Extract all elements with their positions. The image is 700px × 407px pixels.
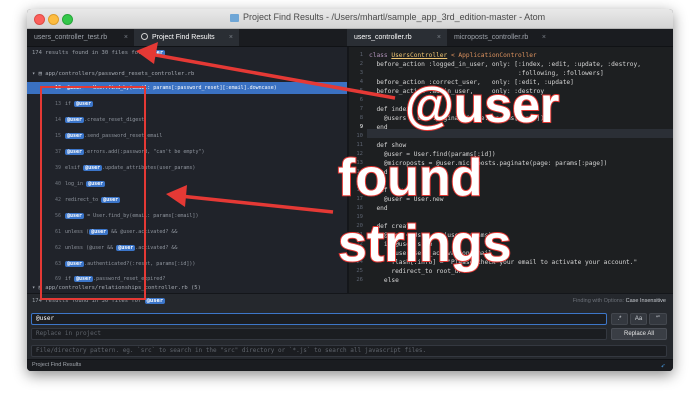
gutter-line-number: 11 [356, 142, 363, 148]
search-icon [141, 33, 148, 40]
replace-all-button[interactable]: Replace All [611, 328, 667, 340]
minimize-window-button[interactable] [48, 14, 59, 25]
bird-icon[interactable]: ➶ [661, 362, 665, 370]
keyword-token: class [369, 52, 392, 59]
status-bar: Project Find Results ➶ [27, 359, 673, 371]
chevron-down-icon: ▾ [32, 71, 36, 77]
tab-label: microposts_controller.rb [454, 34, 529, 41]
code-line: def index [369, 106, 410, 113]
tab-microposts-controller[interactable]: microposts_controller.rb × [447, 29, 552, 46]
code-line: :following, :followers] [369, 70, 604, 77]
tab-label: Project Find Results [152, 34, 215, 41]
find-input[interactable]: @user [31, 313, 607, 325]
regex-toggle-button[interactable]: .* [611, 313, 628, 325]
class-name-token: UsersController [391, 52, 448, 59]
zoom-window-button[interactable] [62, 14, 73, 25]
code-line: def show [369, 142, 407, 149]
file-path: app/controllers/password_resets_controll… [45, 71, 195, 77]
status-bar-label: Project Find Results [32, 362, 82, 368]
finding-options: Finding with Options: Case Insensitive [573, 298, 666, 304]
code-line: else [369, 277, 399, 284]
right-tab-bar: users_controller.rb × microposts_control… [334, 29, 673, 47]
superclass-token: < ApplicationController [447, 52, 537, 59]
find-status-tag: @user [144, 298, 166, 304]
finding-options-label: Finding with Options: [572, 298, 625, 304]
case-toggle-button[interactable]: Aa [630, 313, 647, 325]
tab-label: users_controller_test.rb [34, 34, 108, 41]
code-line: class UsersController < ApplicationContr… [369, 52, 537, 59]
gutter-line-number: 26 [356, 277, 363, 283]
annotation-callout: strings [337, 215, 512, 273]
gutter-line-number: 1 [359, 52, 363, 58]
tab-users-controller[interactable]: users_controller.rb × [347, 29, 447, 46]
results-summary-text: 174 results found in 30 files for [32, 50, 142, 56]
annotation-callout: found [337, 149, 483, 207]
gutter-line-number: 7 [359, 106, 363, 112]
tab-label: users_controller.rb [354, 34, 412, 41]
gutter-line-number: 5 [359, 88, 363, 94]
tab-users-controller-test[interactable]: users_controller_test.rb × [27, 29, 134, 46]
results-summary: 174 results found in 30 files for @user [32, 50, 166, 56]
close-tab-icon[interactable]: × [124, 29, 128, 46]
folder-icon [230, 14, 239, 22]
code-line: before_action :logged_in_user, only: [:i… [369, 61, 641, 68]
gutter-line-number: 2 [359, 61, 363, 67]
gutter-line-number: 4 [359, 79, 363, 85]
finding-options-value: Case Insensitive [625, 298, 666, 304]
whole-word-toggle-button[interactable]: “” [649, 313, 667, 325]
annotation-callout: @user [404, 77, 560, 133]
gutter-line-number: 10 [356, 133, 363, 139]
replace-input[interactable]: Replace in project [31, 328, 607, 340]
gutter-line-number: 9 [359, 124, 363, 130]
gutter-line-number: 8 [359, 115, 363, 121]
close-tab-icon[interactable]: × [229, 29, 233, 46]
title-bar: Project Find Results - /Users/mhartl/sam… [27, 9, 673, 29]
query-tag: @user [144, 50, 166, 56]
left-tab-bar: users_controller_test.rb × Project Find … [27, 29, 334, 47]
code-line: end [369, 124, 388, 131]
tab-project-find-results[interactable]: Project Find Results × [134, 29, 239, 46]
window-title: Project Find Results - /Users/mhartl/sam… [243, 12, 546, 22]
chevron-down-icon: ▾ [32, 285, 36, 291]
gutter-line-number: 3 [359, 70, 363, 76]
close-tab-icon[interactable]: × [437, 29, 441, 46]
annotation-box [40, 86, 146, 300]
file-match-count: (5) [190, 285, 201, 291]
close-tab-icon[interactable]: × [542, 29, 546, 46]
gutter-line-number: 6 [359, 97, 363, 103]
close-window-button[interactable] [34, 14, 45, 25]
result-file-row[interactable]: ▾ ▤ app/controllers/password_resets_cont… [32, 71, 194, 77]
file-icon: ▤ [38, 71, 42, 77]
path-pattern-input[interactable]: File/directory pattern. eg. `src` to sea… [31, 345, 667, 357]
